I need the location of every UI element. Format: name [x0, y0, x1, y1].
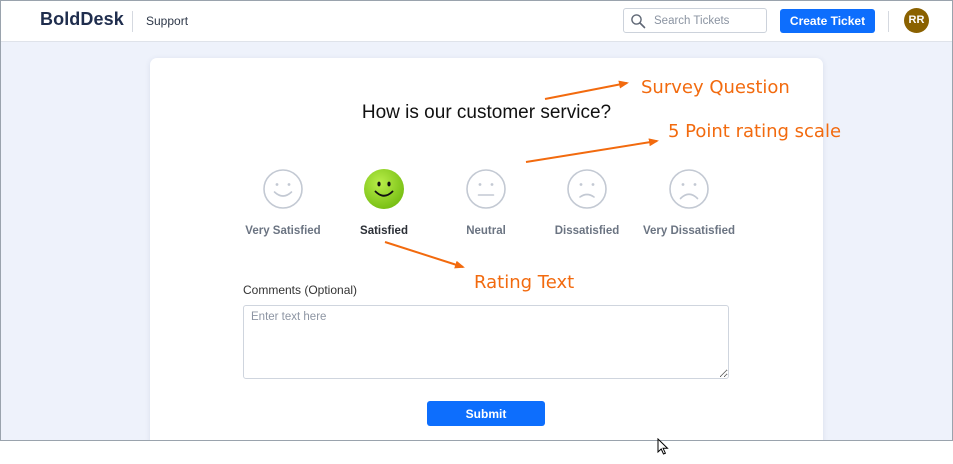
- header-divider-right: [888, 11, 889, 32]
- mouse-cursor-icon: [657, 438, 669, 455]
- app-window: BoldDesk Support Create Ticket RR How is…: [0, 0, 953, 441]
- top-header: BoldDesk Support Create Ticket RR: [1, 1, 952, 42]
- brand-logo[interactable]: BoldDesk: [40, 9, 124, 30]
- comments-textarea[interactable]: [243, 305, 729, 379]
- very-satisfied-face-icon: [263, 169, 303, 209]
- comments-label: Comments (Optional): [243, 283, 358, 297]
- create-ticket-button[interactable]: Create Ticket: [780, 9, 875, 33]
- rating-option-very-dissatisfied[interactable]: Very Dissatisfied: [629, 168, 749, 237]
- user-avatar[interactable]: RR: [904, 8, 929, 33]
- very-dissatisfied-face-icon: [669, 169, 709, 209]
- annotation-survey-question: Survey Question: [641, 77, 790, 98]
- survey-card: How is our customer service? Very Satisf…: [150, 58, 823, 440]
- search-icon: [631, 14, 646, 29]
- neutral-face-icon: [466, 169, 506, 209]
- annotation-rating-scale: 5 Point rating scale: [668, 121, 842, 142]
- dissatisfied-face-icon: [567, 169, 607, 209]
- satisfied-face-icon: [364, 169, 404, 209]
- nav-support[interactable]: Support: [146, 14, 188, 28]
- annotation-rating-text: Rating Text: [474, 272, 575, 293]
- submit-button[interactable]: Submit: [427, 401, 545, 426]
- rating-label: Very Dissatisfied: [642, 225, 736, 237]
- search-input[interactable]: [654, 12, 762, 29]
- search-box[interactable]: [623, 8, 767, 33]
- header-divider: [132, 11, 133, 32]
